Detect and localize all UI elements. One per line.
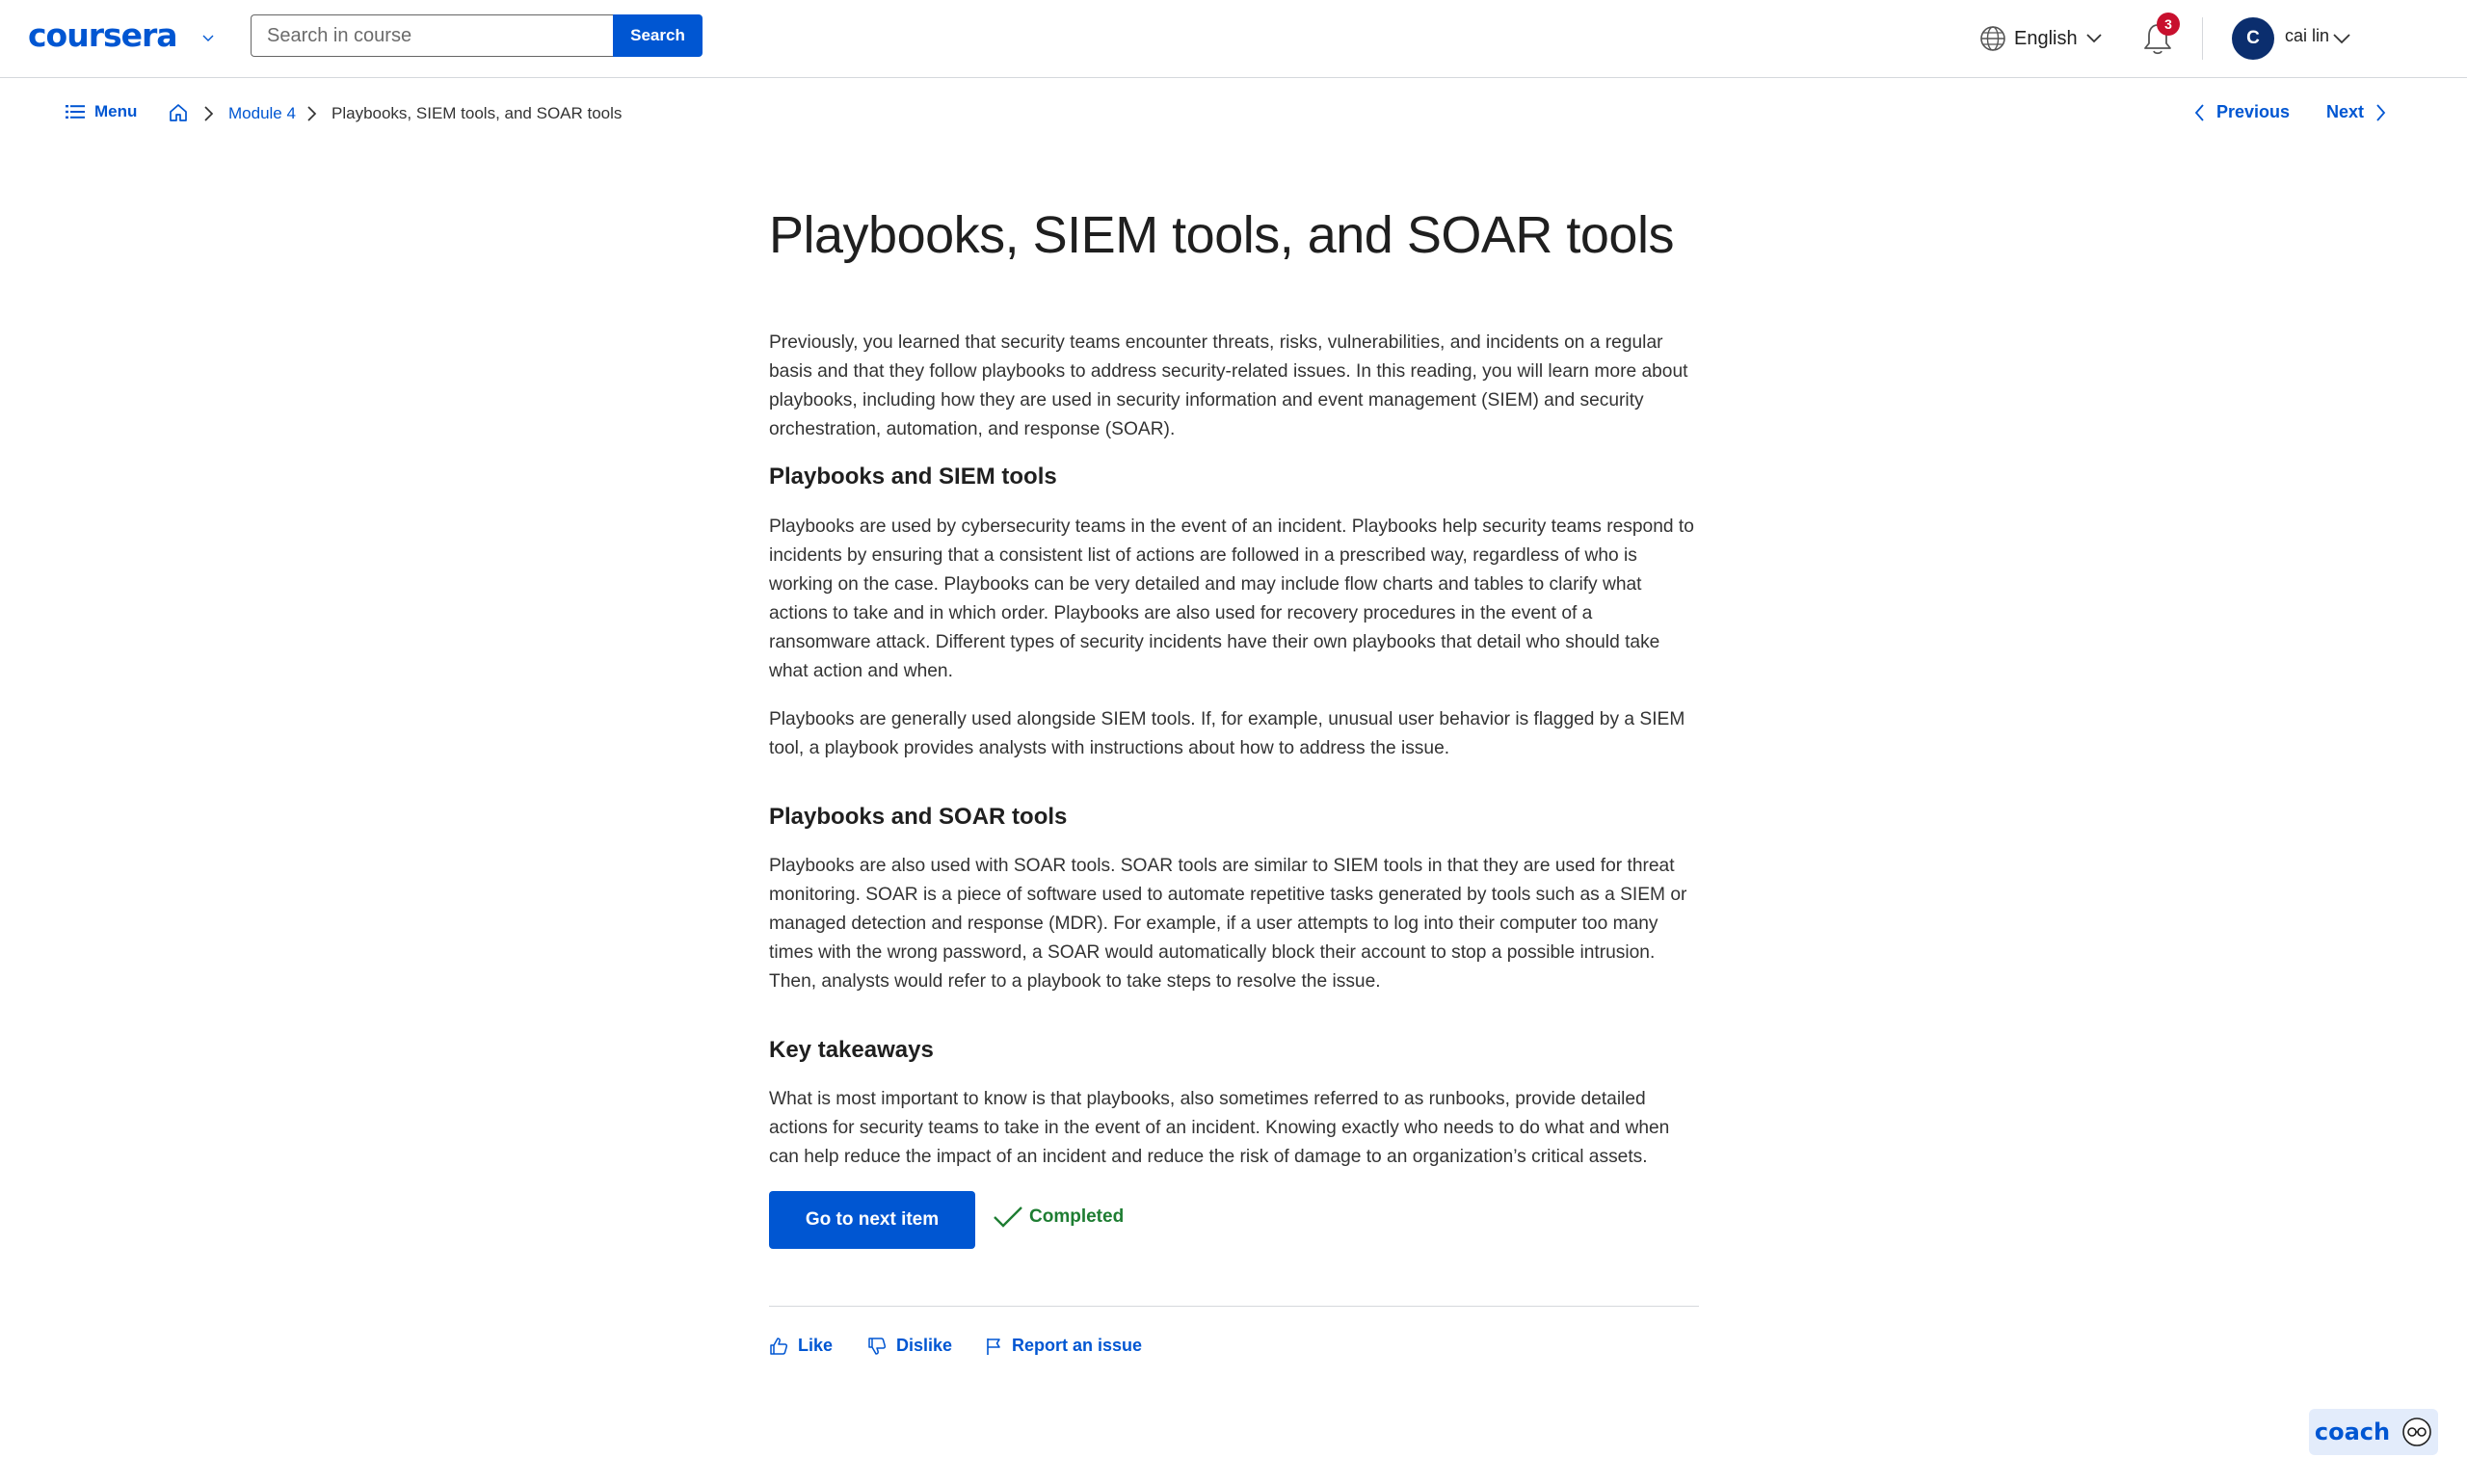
chevron-right-icon [2376, 103, 2386, 121]
go-to-next-item-button[interactable]: Go to next item [769, 1191, 975, 1249]
siem-paragraph-2: Playbooks are generally used alongside S… [769, 709, 1685, 758]
page-title: Playbooks, SIEM tools, and SOAR tools [769, 206, 1674, 264]
thumbs-down-icon [868, 1337, 887, 1355]
previous-button[interactable]: Previous [2193, 102, 2290, 122]
section-heading-soar: Playbooks and SOAR tools [769, 804, 1068, 830]
dislike-button[interactable]: Dislike [867, 1336, 952, 1356]
report-issue-button[interactable]: Report an issue [985, 1336, 1142, 1356]
next-label: Next [2326, 102, 2365, 121]
section-heading-siem: Playbooks and SIEM tools [769, 464, 1057, 490]
soar-paragraph: Playbooks are also used with SOAR tools.… [769, 856, 1687, 992]
next-button[interactable]: Next [2326, 102, 2387, 122]
report-label: Report an issue [1012, 1336, 1143, 1355]
search-button[interactable]: Search [613, 14, 703, 57]
completed-label: Completed [1029, 1206, 1125, 1227]
header-divider [2202, 17, 2203, 60]
notification-count-badge: 3 [2157, 13, 2180, 36]
completed-status: Completed [993, 1205, 1124, 1230]
list-menu-icon [66, 105, 85, 119]
menu-label: Menu [94, 102, 138, 120]
flag-icon [987, 1338, 1000, 1355]
top-header: coursera Search English 3 C cai lin [0, 0, 2467, 78]
username-label[interactable]: cai lin [2285, 26, 2329, 46]
logo-chevron-down-icon[interactable] [199, 29, 217, 46]
reading-content: Playbooks, SIEM tools, and SOAR tools Pr… [769, 204, 1699, 1172]
intro-paragraph: Previously, you learned that security te… [769, 332, 1688, 439]
globe-icon [1980, 26, 2005, 51]
menu-button[interactable]: Menu [66, 102, 137, 121]
language-label: English [2014, 27, 2078, 49]
dislike-label: Dislike [896, 1336, 953, 1355]
chevron-left-icon [2194, 103, 2204, 121]
breadcrumb-module-link[interactable]: Module 4 [228, 104, 296, 123]
coach-glasses-icon [2402, 1418, 2431, 1446]
language-selector[interactable]: English [1979, 23, 2103, 54]
home-icon[interactable] [168, 102, 189, 123]
checkmark-icon [994, 1206, 1022, 1228]
like-button[interactable]: Like [769, 1336, 833, 1356]
coach-label: coach [2314, 1418, 2391, 1445]
coursera-logo[interactable]: coursera [28, 16, 178, 54]
user-menu-chevron-down-icon[interactable] [2332, 31, 2351, 46]
section-heading-takeaways: Key takeaways [769, 1037, 934, 1063]
chevron-right-icon [307, 106, 317, 121]
chevron-right-icon [204, 106, 214, 121]
content-divider [769, 1306, 1699, 1307]
breadcrumb-current: Playbooks, SIEM tools, and SOAR tools [332, 104, 623, 122]
siem-paragraph-1: Playbooks are used by cybersecurity team… [769, 517, 1694, 681]
search-input[interactable] [251, 14, 613, 57]
coach-button[interactable]: coach [2309, 1409, 2438, 1455]
like-label: Like [798, 1336, 834, 1355]
thumbs-up-icon [770, 1337, 788, 1355]
chevron-down-icon [2085, 34, 2102, 43]
previous-label: Previous [2216, 102, 2291, 121]
breadcrumb-bar: Menu Module 4 Playbooks, SIEM tools, and… [0, 96, 2467, 131]
avatar[interactable]: C [2232, 17, 2274, 60]
takeaways-paragraph: What is most important to know is that p… [769, 1089, 1670, 1167]
